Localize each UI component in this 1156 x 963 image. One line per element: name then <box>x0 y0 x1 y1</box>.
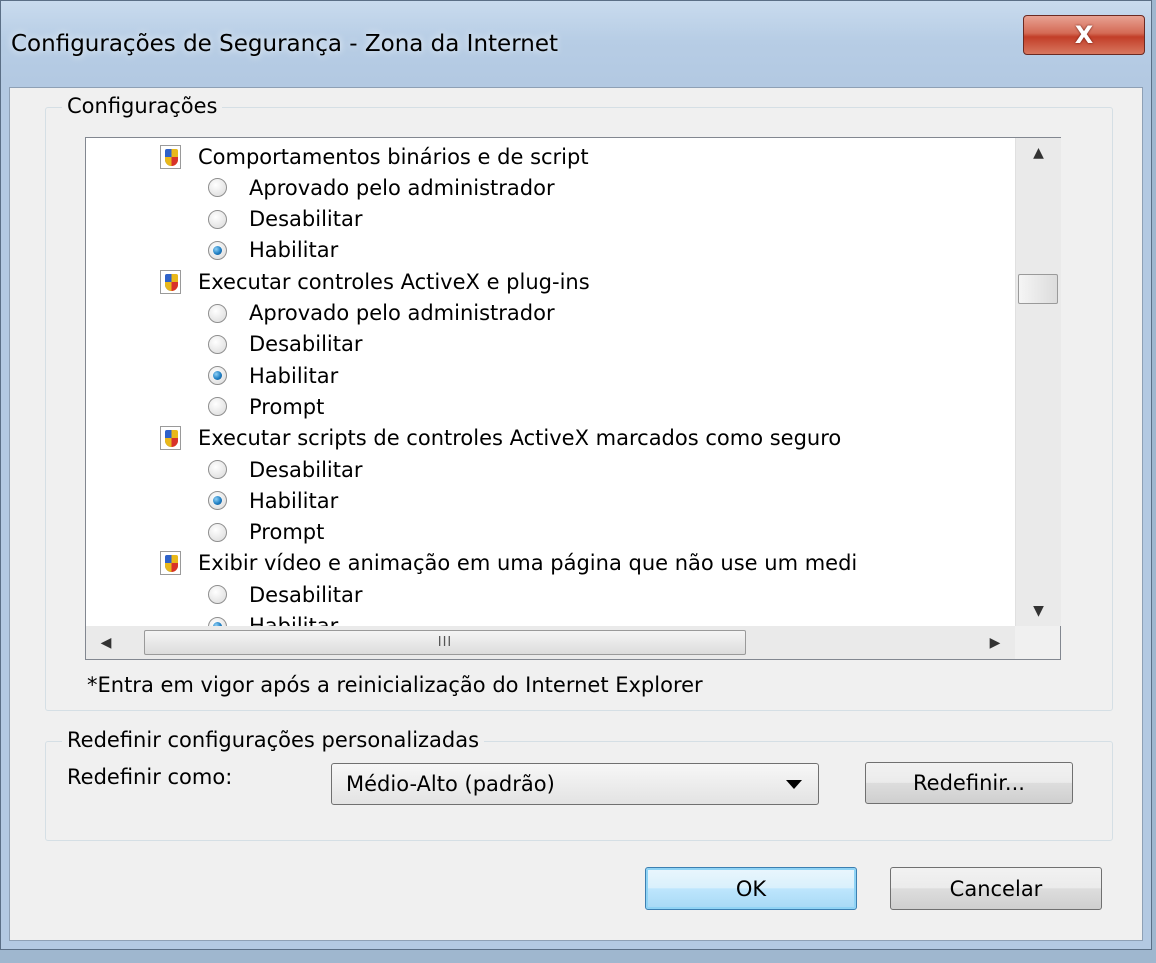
ok-button[interactable]: OK <box>645 867 857 910</box>
radio-unchecked-icon[interactable] <box>208 460 227 479</box>
reset-group-legend: Redefinir configurações personalizadas <box>62 728 485 752</box>
reset-button[interactable]: Redefinir... <box>865 762 1073 804</box>
settings-option-label: Habilitar <box>249 238 339 263</box>
security-settings-dialog: Configurações de Segurança - Zona da Int… <box>0 0 1152 950</box>
settings-category-label: Comportamentos binários e de script <box>198 144 589 169</box>
settings-option-label: Desabilitar <box>249 457 363 482</box>
restart-note: *Entra em vigor após a reinicialização d… <box>87 673 703 697</box>
radio-checked-icon[interactable] <box>208 240 227 260</box>
title-bar[interactable]: Configurações de Segurança - Zona da Int… <box>1 1 1151 87</box>
horizontal-scroll-thumb[interactable]: III <box>144 630 746 655</box>
settings-option[interactable]: Aprovado pelo administrador <box>208 298 555 329</box>
radio-unchecked-icon[interactable] <box>208 209 227 229</box>
settings-option-label: Habilitar <box>249 363 339 388</box>
radio-unchecked-icon[interactable] <box>208 303 227 323</box>
settings-category-label: Exibir vídeo e animação em uma página qu… <box>198 551 858 576</box>
scroll-right-icon[interactable]: ▶ <box>975 626 1015 659</box>
radio-checked-icon[interactable] <box>208 366 227 386</box>
radio-unchecked-icon[interactable] <box>208 585 227 605</box>
settings-option-label: Prompt <box>249 520 325 545</box>
settings-option-label: Aprovado pelo administrador <box>249 175 555 200</box>
scroll-grip: III <box>437 635 453 650</box>
settings-option-label: Aprovado pelo administrador <box>249 301 555 325</box>
settings-option[interactable]: Prompt <box>208 391 324 422</box>
settings-category: Exibir vídeo e animação em uma página qu… <box>158 548 857 579</box>
reset-to-label: Redefinir como: <box>67 765 233 789</box>
horizontal-scrollbar[interactable]: ◀ III ▶ <box>86 626 1015 659</box>
radio-checked-icon[interactable] <box>208 491 227 511</box>
settings-option-label: Desabilitar <box>249 207 363 232</box>
chevron-down-icon <box>786 780 802 789</box>
settings-option-label: Prompt <box>249 394 325 419</box>
radio-unchecked-icon[interactable] <box>208 178 227 198</box>
settings-category-label: Executar controles ActiveX e plug-ins <box>198 269 590 294</box>
scroll-corner <box>1015 626 1060 659</box>
settings-option[interactable]: Habilitar <box>208 360 338 391</box>
vertical-scrollbar[interactable]: ▲ ▼ <box>1015 138 1061 626</box>
radio-unchecked-icon[interactable] <box>208 397 227 417</box>
settings-option[interactable]: Desabilitar <box>208 579 362 610</box>
settings-category-icon <box>158 144 184 170</box>
scroll-up-icon[interactable]: ▲ <box>1016 138 1061 168</box>
security-level-value: Médio-Alto (padrão) <box>346 772 555 796</box>
vertical-scroll-thumb[interactable] <box>1018 274 1058 304</box>
settings-category-icon <box>158 269 184 295</box>
cancel-button[interactable]: Cancelar <box>890 867 1102 910</box>
settings-option-label: Desabilitar <box>249 332 363 357</box>
settings-option[interactable]: Prompt <box>208 517 324 548</box>
settings-category: Executar controles ActiveX e plug-ins <box>158 266 590 297</box>
close-button[interactable]: X <box>1023 15 1145 55</box>
settings-option[interactable]: Habilitar <box>208 235 338 266</box>
settings-option[interactable]: Desabilitar <box>208 329 362 360</box>
scroll-down-icon[interactable]: ▼ <box>1016 596 1061 626</box>
settings-option[interactable]: Aprovado pelo administrador <box>208 172 555 203</box>
settings-option[interactable]: Habilitar <box>208 485 338 516</box>
settings-category: Comportamentos binários e de script <box>158 141 589 172</box>
window-title: Configurações de Segurança - Zona da Int… <box>11 31 559 57</box>
close-icon: X <box>1074 21 1094 49</box>
security-level-select[interactable]: Médio-Alto (padrão) <box>331 763 819 805</box>
radio-unchecked-icon[interactable] <box>208 334 227 354</box>
settings-category-label: Executar scripts de controles ActiveX ma… <box>198 426 842 451</box>
settings-category: Executar scripts de controles ActiveX ma… <box>158 423 841 454</box>
settings-option-label: Desabilitar <box>249 582 363 607</box>
settings-option[interactable]: Desabilitar <box>208 204 362 235</box>
radio-unchecked-icon[interactable] <box>208 522 227 542</box>
settings-tree[interactable]: Comportamentos binários e de script Aprov… <box>85 137 1061 660</box>
settings-option-label: Habilitar <box>249 488 339 513</box>
settings-option[interactable]: Desabilitar <box>208 454 362 485</box>
settings-group-legend: Configurações <box>62 94 223 118</box>
settings-category-icon <box>158 550 184 576</box>
settings-category-icon <box>158 425 184 451</box>
scroll-left-icon[interactable]: ◀ <box>86 626 126 659</box>
